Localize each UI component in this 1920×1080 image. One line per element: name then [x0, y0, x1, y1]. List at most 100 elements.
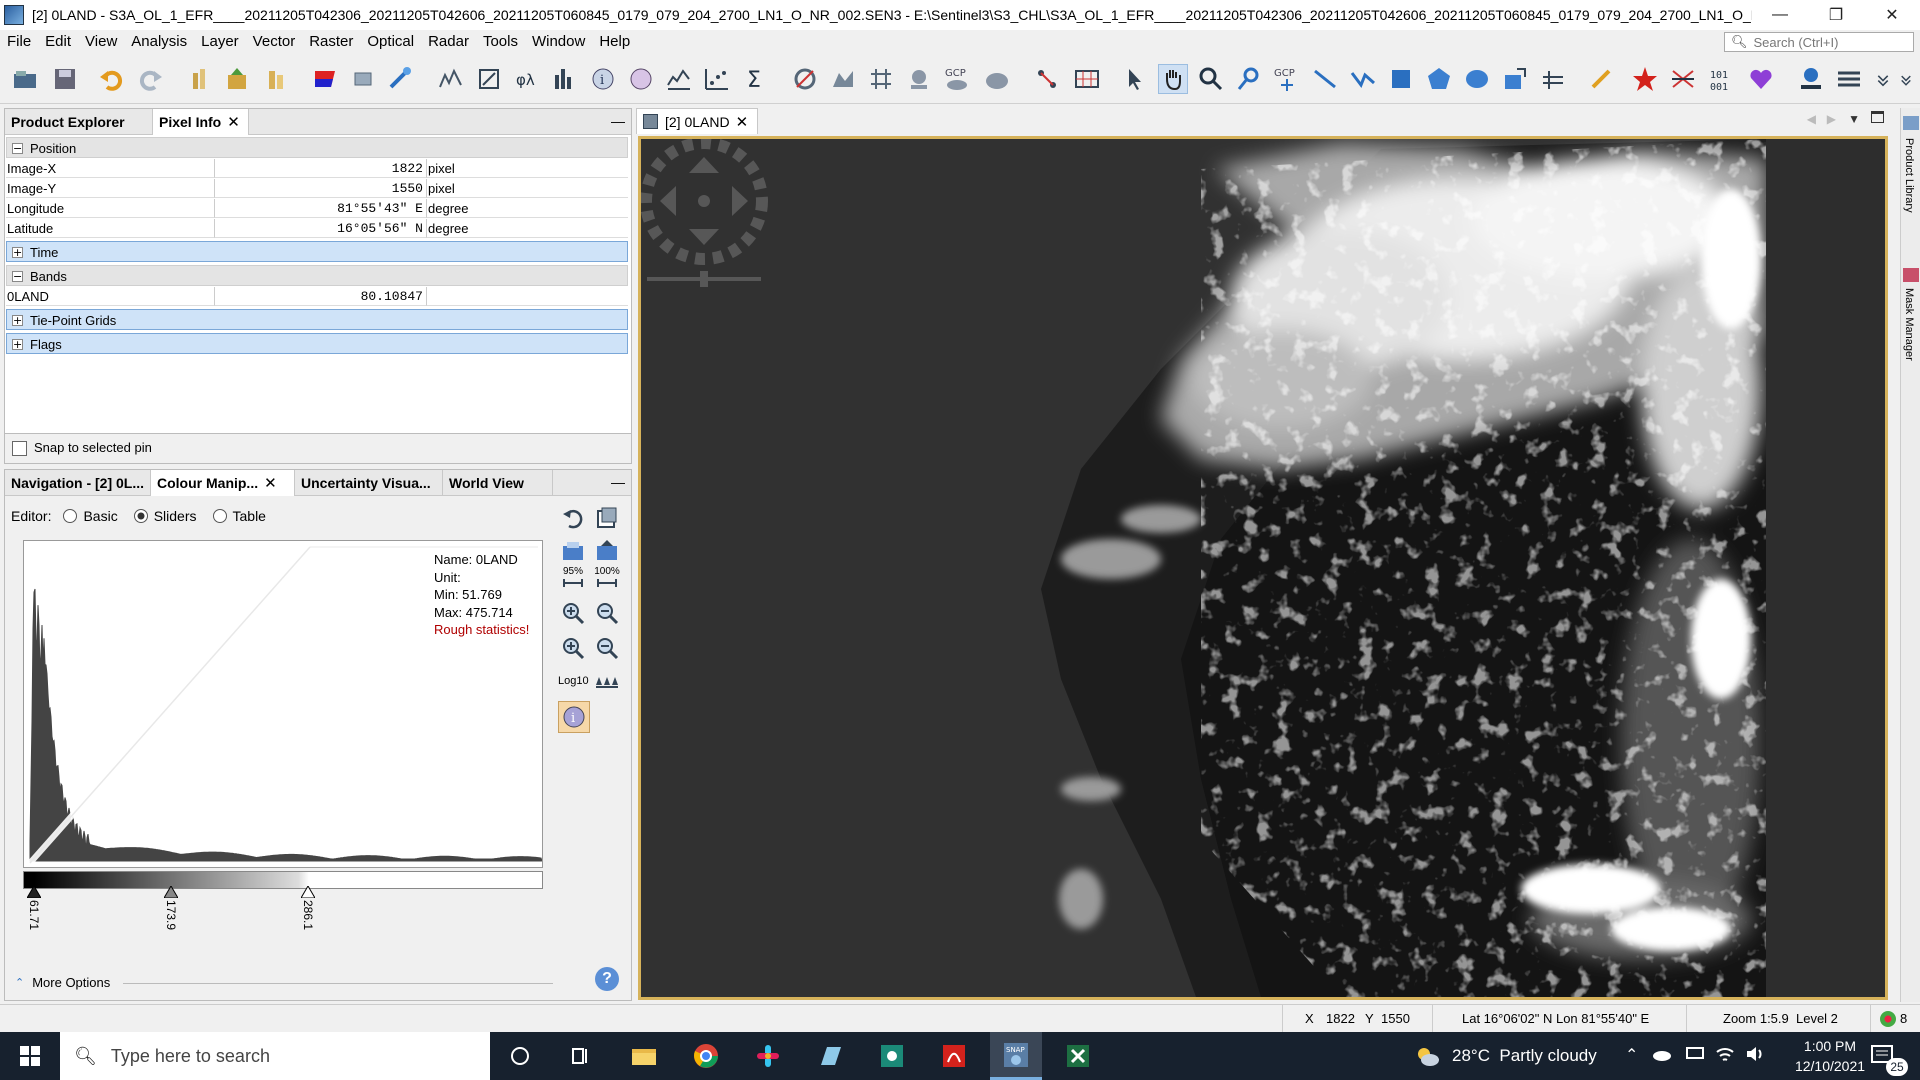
statistics-icon[interactable]: Σ: [740, 64, 770, 94]
pan-tool-icon[interactable]: [1158, 64, 1188, 94]
slider-value-mid[interactable]: 173.9: [164, 900, 178, 942]
panel-minimize-button[interactable]: —: [611, 470, 625, 494]
range-finder-icon[interactable]: [1032, 64, 1062, 94]
geocoding-icon[interactable]: [626, 64, 656, 94]
tab-world-view[interactable]: World View: [443, 470, 553, 496]
file-explorer-icon[interactable]: [618, 1032, 670, 1080]
restore-button[interactable]: ❐: [1808, 0, 1864, 30]
slider-handle-mid[interactable]: [163, 885, 179, 901]
polyline-draw-icon[interactable]: [1348, 64, 1378, 94]
nav-right-icon[interactable]: ▶: [1827, 112, 1836, 126]
insert-figure-icon[interactable]: [1500, 64, 1530, 94]
polygon-draw-icon[interactable]: [1424, 64, 1454, 94]
layer-icon[interactable]: [348, 64, 378, 94]
colour-gradient-bar[interactable]: [23, 871, 543, 889]
band-maths-icon[interactable]: [186, 64, 216, 94]
magic-stick-icon[interactable]: [1538, 64, 1568, 94]
zoom-in-horizontal-icon[interactable]: [560, 635, 586, 661]
notepad-icon[interactable]: [804, 1032, 856, 1080]
radio-basic[interactable]: [63, 509, 78, 523]
menu-window[interactable]: Window: [525, 30, 592, 54]
taskbar-search[interactable]: 🔍︎ Type here to search: [60, 1032, 490, 1080]
zoom-out-vertical-icon[interactable]: [594, 600, 620, 626]
import-icon[interactable]: [560, 537, 586, 563]
expand-icon[interactable]: +: [12, 339, 23, 350]
notification-icon[interactable]: [1880, 1011, 1896, 1027]
tab-colour-manipulation[interactable]: Colour Manip... ✕: [151, 470, 295, 496]
reset-icon[interactable]: [560, 505, 586, 531]
menu-view[interactable]: View: [78, 30, 124, 54]
menu-vector[interactable]: Vector: [246, 30, 303, 54]
slack-icon[interactable]: [742, 1032, 794, 1080]
windows-start-icon[interactable]: [4, 1032, 56, 1080]
distribute-icon[interactable]: [594, 670, 620, 696]
zoom-tool-icon[interactable]: [1196, 64, 1226, 94]
mask-manager-tab[interactable]: Mask Manager: [1903, 288, 1915, 361]
slider-value-max[interactable]: 286.1: [301, 900, 315, 942]
expand-icon[interactable]: +: [12, 247, 23, 258]
pin-tool-icon[interactable]: [904, 64, 934, 94]
chrome-icon[interactable]: [680, 1032, 732, 1080]
clock[interactable]: 1:00 PM 12/10/2021: [1780, 1036, 1880, 1076]
radio-sliders[interactable]: [133, 509, 148, 523]
range-100-icon[interactable]: [594, 576, 620, 590]
band-merge-icon[interactable]: [262, 64, 292, 94]
wifi-icon[interactable]: [1715, 1044, 1735, 1064]
zoom-out-horizontal-icon[interactable]: [594, 635, 620, 661]
close-button[interactable]: ✕: [1864, 0, 1920, 30]
menu-optical[interactable]: Optical: [360, 30, 421, 54]
snap-checkbox[interactable]: [12, 441, 27, 456]
toolbar-more-icon[interactable]: [1872, 64, 1894, 94]
edit-icon[interactable]: [474, 64, 504, 94]
battery-icon[interactable]: [1686, 1047, 1704, 1059]
time-series-icon[interactable]: [1072, 64, 1102, 94]
information-icon[interactable]: i: [588, 64, 618, 94]
measure-icon[interactable]: [1586, 64, 1616, 94]
overlay-icon[interactable]: [982, 64, 1012, 94]
menu-file[interactable]: File: [0, 30, 38, 54]
rectangle-draw-icon[interactable]: [1386, 64, 1416, 94]
histogram-area[interactable]: Name: 0LAND Unit: Min: 51.769 Max: 475.7…: [23, 540, 543, 868]
toolbar-overflow-icon[interactable]: [1896, 64, 1916, 94]
menu-layer[interactable]: Layer: [194, 30, 246, 54]
band-subset-icon[interactable]: [222, 64, 252, 94]
tab-navigation[interactable]: Navigation - [2] 0L...: [5, 470, 151, 496]
nav-left-icon[interactable]: ◀: [1807, 112, 1816, 126]
line-draw-icon[interactable]: [1310, 64, 1340, 94]
group-position[interactable]: − Position: [6, 137, 628, 158]
save-product-icon[interactable]: [50, 64, 80, 94]
snap-app-icon[interactable]: SNAP: [990, 1032, 1042, 1080]
star-icon[interactable]: [1630, 64, 1660, 94]
ellipse-draw-icon[interactable]: [1462, 64, 1492, 94]
help-icon[interactable]: ?: [595, 967, 619, 991]
range-95-icon[interactable]: [560, 576, 586, 590]
multi-apply-icon[interactable]: [594, 505, 620, 531]
maximize-view-icon[interactable]: [1871, 111, 1884, 123]
pin-placing-icon[interactable]: [1234, 64, 1264, 94]
menu-raster[interactable]: Raster: [302, 30, 360, 54]
collapse-icon[interactable]: −: [12, 271, 23, 282]
excel-icon[interactable]: [1052, 1032, 1104, 1080]
redo-icon[interactable]: [136, 64, 166, 94]
group-bands[interactable]: − Bands: [6, 265, 628, 286]
spectrum-icon[interactable]: [436, 64, 466, 94]
select-tool-icon[interactable]: [1120, 64, 1150, 94]
weather-text[interactable]: 28°C Partly cloudy: [1452, 1046, 1597, 1066]
undo-icon[interactable]: [96, 64, 126, 94]
open-product-icon[interactable]: [10, 64, 40, 94]
tab-image-view[interactable]: [2] 0LAND ✕: [636, 108, 758, 134]
globe-download-icon[interactable]: [1796, 64, 1826, 94]
acrobat-icon[interactable]: [928, 1032, 980, 1080]
graticule-icon[interactable]: [866, 64, 896, 94]
menu-radar[interactable]: Radar: [421, 30, 476, 54]
profile-plot-icon[interactable]: [664, 64, 694, 94]
close-icon[interactable]: ✕: [227, 114, 240, 131]
expand-icon[interactable]: +: [12, 315, 23, 326]
gcp-placing-icon[interactable]: GCP: [1272, 64, 1302, 94]
layers-stack-icon[interactable]: [1834, 64, 1864, 94]
log10-button[interactable]: Log10: [558, 675, 589, 687]
zoom-in-vertical-icon[interactable]: [560, 600, 586, 626]
panel-minimize-button[interactable]: —: [611, 109, 625, 133]
taskbar-search-input[interactable]: Type here to search: [111, 1046, 270, 1067]
radio-table[interactable]: [212, 509, 227, 523]
